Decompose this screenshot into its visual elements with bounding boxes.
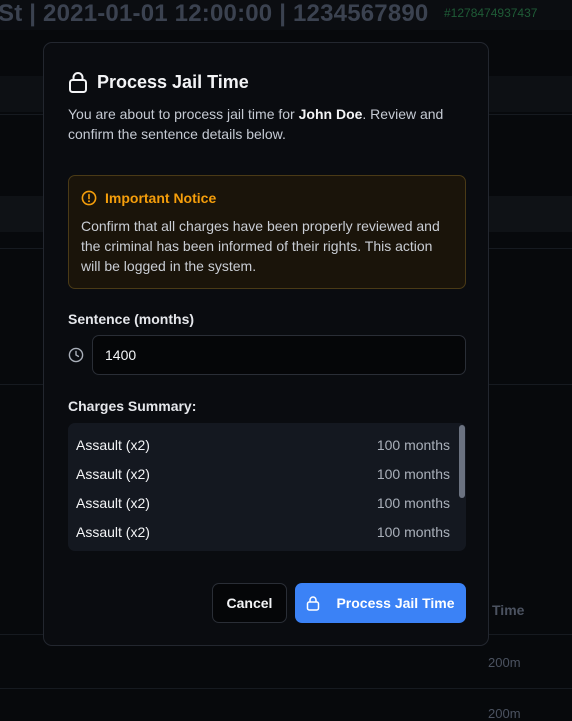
process-jail-time-dialog: Process Jail Time You are about to proce… xyxy=(43,42,489,646)
lock-icon xyxy=(307,596,320,611)
charge-length: 100 months xyxy=(376,466,450,482)
charge-item: Assault (x2) 100 months xyxy=(76,463,450,485)
charge-length: 100 months xyxy=(376,437,450,453)
background-header-text: St | 2021-01-01 12:00:00 | 1234567890 xyxy=(0,0,429,27)
charges-summary-label: Charges Summary: xyxy=(68,398,197,414)
charges-summary-list[interactable]: Assault (x2) 100 months Assault (x2) 100… xyxy=(68,423,466,551)
charge-length: 100 months xyxy=(376,524,450,540)
clock-icon xyxy=(68,347,84,363)
charge-name: Assault (x2) xyxy=(76,495,150,511)
sentence-input[interactable] xyxy=(92,335,466,375)
notice-title: Important Notice xyxy=(105,190,217,206)
notice-header: Important Notice xyxy=(81,190,216,206)
charge-name: Assault (x2) xyxy=(76,466,150,482)
background-divider xyxy=(0,688,572,689)
dialog-header: Process Jail Time xyxy=(68,71,249,93)
background-header-id: #1278474937437 xyxy=(444,6,538,20)
charges-scrollbar-thumb[interactable] xyxy=(459,425,465,498)
description-prefix: You are about to process jail time for xyxy=(68,106,299,122)
charge-item: Assault (x2) 100 months xyxy=(76,492,450,514)
process-button-label: Process Jail Time xyxy=(336,595,455,611)
charge-name: Assault (x2) xyxy=(76,437,150,453)
notice-text: Confirm that all charges have been prope… xyxy=(81,218,440,274)
dialog-description: You are about to process jail time for J… xyxy=(68,104,460,144)
lock-icon xyxy=(69,72,87,93)
background-table-cell: 200m xyxy=(488,655,521,670)
charge-item: Assault (x2) 100 months xyxy=(76,521,450,543)
alert-circle-icon xyxy=(81,190,97,206)
subject-name: John Doe xyxy=(298,106,363,122)
charge-name: Assault (x2) xyxy=(76,524,150,540)
process-jail-time-button[interactable]: Process Jail Time xyxy=(295,583,466,623)
sentence-label: Sentence (months) xyxy=(68,311,195,327)
charge-length: 100 months xyxy=(376,495,450,511)
charge-item: Assault (x2) 100 months xyxy=(76,434,450,456)
background-column-header: Time xyxy=(492,602,525,618)
important-notice: Important Notice Confirm that all charge… xyxy=(68,175,466,289)
dialog-title: Process Jail Time xyxy=(97,71,249,92)
cancel-button[interactable]: Cancel xyxy=(212,583,287,623)
background-header: St | 2021-01-01 12:00:00 | 1234567890 #1… xyxy=(0,0,572,30)
background-table-cell: 200m xyxy=(488,706,521,721)
charges-scrollbar[interactable] xyxy=(456,423,466,551)
